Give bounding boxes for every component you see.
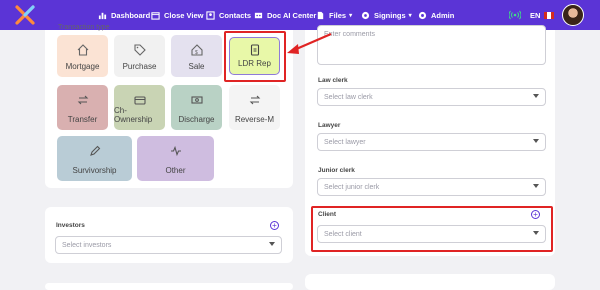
tile-label: Transfer — [67, 115, 98, 124]
tile-survivorship[interactable]: Survivorship — [57, 136, 132, 181]
tile-purchase[interactable]: Purchase — [114, 35, 165, 77]
nav-contacts-label: Contacts — [219, 10, 252, 20]
chevron-down-icon — [533, 139, 539, 143]
junior-clerk-label: Junior clerk — [318, 167, 355, 174]
tile-other[interactable]: Other — [137, 136, 214, 181]
swap-arrows-icon — [249, 95, 260, 105]
cash-icon — [190, 96, 203, 104]
junior-clerk-select[interactable]: Select junior clerk — [317, 178, 546, 196]
comments-textarea[interactable]: Enter comments — [317, 25, 546, 65]
lawyer-select[interactable]: Select lawyer — [317, 133, 546, 151]
add-investor-icon[interactable]: + — [270, 221, 279, 230]
pen-icon — [89, 145, 100, 156]
junior-clerk-placeholder: Select junior clerk — [324, 183, 380, 191]
language-label: EN — [530, 10, 541, 20]
tile-label: Discharge — [178, 115, 215, 124]
tile-label: Sale — [188, 62, 205, 71]
chevron-down-icon: ▾ — [408, 12, 412, 19]
signings-icon — [361, 11, 370, 19]
investors-select[interactable]: Select investors — [55, 236, 282, 254]
calendar-icon — [151, 11, 160, 20]
nav-dashboard-label: Dashboard — [111, 10, 151, 20]
tile-reverse-m[interactable]: Reverse-M — [229, 85, 280, 130]
doc-ai-icon — [254, 12, 263, 18]
highlight-client — [311, 206, 553, 252]
highlight-ldr-rep — [224, 31, 286, 82]
app-logo-icon[interactable] — [14, 4, 36, 26]
investors-label: Investors — [56, 222, 85, 229]
lawyer-placeholder: Select lawyer — [324, 138, 366, 146]
contacts-icon — [206, 10, 215, 20]
law-clerk-placeholder: Select law clerk — [324, 93, 373, 101]
tile-label: Ch-Ownership — [114, 106, 153, 124]
chevron-down-icon — [269, 242, 275, 246]
tile-ch-ownership[interactable]: Ch-Ownership — [114, 85, 165, 130]
tile-label: Purchase — [122, 62, 157, 71]
tile-transfer[interactable]: Transfer — [57, 85, 108, 130]
investors-placeholder: Select investors — [62, 241, 112, 249]
next-right-card — [305, 274, 555, 290]
canada-flag-icon — [544, 11, 555, 19]
investors-card — [45, 207, 293, 263]
repeat-icon — [77, 95, 88, 105]
files-icon — [317, 11, 324, 19]
tile-discharge[interactable]: Discharge — [171, 85, 222, 130]
tile-mortgage[interactable]: Mortgage — [57, 35, 108, 77]
nav-close-view[interactable]: Close View — [151, 0, 203, 30]
law-clerk-select[interactable]: Select law clerk — [317, 88, 546, 106]
nav-files-label: Files — [329, 10, 347, 20]
nav-doc-ai-center-label: Doc AI Center — [267, 10, 317, 20]
transaction-type-header: Transaction type — [58, 24, 110, 31]
house-dollar-icon: $ — [190, 44, 203, 56]
activity-icon — [170, 145, 181, 157]
tile-label: Reverse-M — [234, 115, 275, 124]
tile-sale[interactable]: $ Sale — [171, 35, 222, 77]
annotation-arrow-icon — [287, 32, 332, 54]
tile-label: Survivorship — [72, 166, 117, 175]
lawyer-label: Lawyer — [318, 122, 341, 129]
admin-icon — [418, 11, 427, 19]
svg-text:$: $ — [195, 50, 198, 56]
nav-close-view-label: Close View — [164, 10, 204, 20]
signal-icon[interactable] — [509, 10, 521, 20]
card-icon — [133, 96, 146, 105]
nav-signings-label: Signings — [374, 10, 406, 20]
next-card — [45, 283, 293, 290]
home-icon — [77, 44, 88, 56]
tag-icon — [133, 44, 146, 56]
chevron-down-icon: ▾ — [349, 12, 353, 19]
nav-contacts[interactable]: Contacts — [206, 0, 251, 30]
user-avatar[interactable] — [562, 4, 584, 26]
law-clerk-label: Law clerk — [318, 77, 348, 84]
chevron-down-icon — [533, 94, 539, 98]
tile-label: Other — [165, 166, 186, 175]
tile-label: Mortgage — [65, 62, 100, 71]
chevron-down-icon — [533, 184, 539, 188]
dashboard-icon — [98, 12, 107, 19]
nav-admin-label: Admin — [431, 10, 455, 20]
